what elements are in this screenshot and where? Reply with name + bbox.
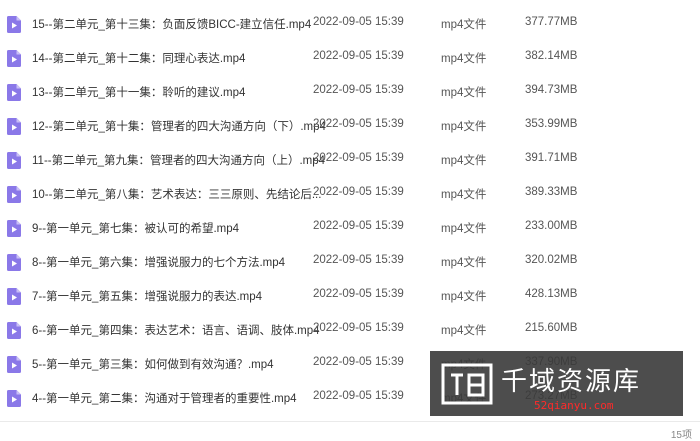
file-name: 12--第二单元_第十集：管理者的四大沟通方向（下）.mp4 — [32, 121, 326, 133]
file-name: 7--第一单元_第五集：增强说服力的表达.mp4 — [32, 291, 263, 303]
watermark-url: 52qianyu.com — [534, 399, 614, 412]
file-size: 353.99MB — [525, 118, 578, 130]
file-type: mp4文件 — [441, 189, 487, 201]
file-row[interactable]: 14--第二单元_第十二集：同理心表达.mp4 2022-09-05 15:39 m… — [0, 41, 700, 75]
file-row[interactable]: 10--第二单元_第八集：艺术表达：三三原则、先结论后... 2022-09-05… — [0, 177, 700, 211]
file-name: 10--第二单元_第八集：艺术表达：三三原则、先结论后... — [32, 189, 322, 201]
file-name: 15--第二单元_第十三集：负面反馈BICC-建立信任.mp4 — [32, 19, 312, 31]
file-size: 377.77MB — [525, 16, 578, 28]
file-modified-date: 2022-09-05 15:39 — [313, 254, 404, 266]
file-row[interactable]: 9--第一单元_第七集：被认可的希望.mp4 2022-09-05 15:39 mp… — [0, 211, 700, 245]
file-type: mp4文件 — [441, 223, 487, 235]
file-type: mp4文件 — [441, 257, 487, 269]
video-file-icon — [7, 16, 21, 33]
file-row[interactable]: 11--第二单元_第九集：管理者的四大沟通方向（上）.mp4 2022-09-05… — [0, 143, 700, 177]
file-name: 8--第一单元_第六集：增强说服力的七个方法.mp4 — [32, 257, 286, 269]
file-row[interactable]: 13--第二单元_第十一集：聆听的建议.mp4 2022-09-05 15:39 m… — [0, 75, 700, 109]
file-type: mp4文件 — [441, 291, 487, 303]
file-modified-date: 2022-09-05 15:39 — [313, 288, 404, 300]
video-file-icon — [7, 152, 21, 169]
file-name: 4--第一单元_第二集：沟通对于管理者的重要性.mp4 — [32, 393, 297, 405]
file-row[interactable]: 7--第一单元_第五集：增强说服力的表达.mp4 2022-09-05 15:39… — [0, 279, 700, 313]
file-modified-date: 2022-09-05 15:39 — [313, 186, 404, 198]
file-row[interactable]: 12--第二单元_第十集：管理者的四大沟通方向（下）.mp4 2022-09-05… — [0, 109, 700, 143]
item-count: 15项 — [670, 430, 692, 441]
video-file-icon — [7, 288, 21, 305]
file-modified-date: 2022-09-05 15:39 — [313, 118, 404, 130]
video-file-icon — [7, 84, 21, 101]
qianyu-logo-icon — [441, 363, 493, 405]
watermark-title: 千域资源库 — [501, 367, 642, 397]
file-modified-date: 2022-09-05 15:39 — [313, 152, 404, 164]
file-row[interactable]: 6--第一单元_第四集：表达艺术：语言、语调、肢体.mp4 2022-09-05 … — [0, 313, 700, 347]
file-type: mp4文件 — [441, 155, 487, 167]
video-file-icon — [7, 254, 21, 271]
file-row[interactable]: 15--第二单元_第十三集：负面反馈BICC-建立信任.mp4 2022-09-0… — [0, 7, 700, 41]
file-name: 9--第一单元_第七集：被认可的希望.mp4 — [32, 223, 240, 235]
file-size: 233.00MB — [525, 220, 578, 232]
file-modified-date: 2022-09-05 15:39 — [313, 356, 404, 368]
video-file-icon — [7, 322, 21, 339]
file-modified-date: 2022-09-05 15:39 — [313, 84, 404, 96]
file-modified-date: 2022-09-05 15:39 — [313, 390, 404, 402]
file-name: 13--第二单元_第十一集：聆听的建议.mp4 — [32, 87, 246, 99]
file-name: 5--第一单元_第三集：如何做到有效沟通？.mp4 — [32, 359, 274, 371]
file-name: 11--第二单元_第九集：管理者的四大沟通方向（上）.mp4 — [32, 155, 326, 167]
file-size: 382.14MB — [525, 50, 578, 62]
video-file-icon — [7, 390, 21, 407]
status-divider — [0, 421, 700, 422]
video-file-icon — [7, 186, 21, 203]
file-size: 391.71MB — [525, 152, 578, 164]
file-type: mp4文件 — [441, 87, 487, 99]
file-type: mp4文件 — [441, 325, 487, 337]
video-file-icon — [7, 220, 21, 237]
file-size: 320.02MB — [525, 254, 578, 266]
file-modified-date: 2022-09-05 15:39 — [313, 220, 404, 232]
video-file-icon — [7, 50, 21, 67]
file-name: 6--第一单元_第四集：表达艺术：语言、语调、肢体.mp4 — [32, 325, 320, 337]
file-size: 394.73MB — [525, 84, 578, 96]
file-type: mp4文件 — [441, 53, 487, 65]
file-row[interactable]: 8--第一单元_第六集：增强说服力的七个方法.mp4 2022-09-05 15:… — [0, 245, 700, 279]
watermark-banner: 千域资源库 52qianyu.com — [430, 351, 683, 416]
file-modified-date: 2022-09-05 15:39 — [313, 50, 404, 62]
video-file-icon — [7, 356, 21, 373]
file-size: 215.60MB — [525, 322, 578, 334]
file-type: mp4文件 — [441, 121, 487, 133]
file-modified-date: 2022-09-05 15:39 — [313, 322, 404, 334]
file-type: mp4文件 — [441, 19, 487, 31]
video-file-icon — [7, 118, 21, 135]
file-size: 389.33MB — [525, 186, 578, 198]
file-modified-date: 2022-09-05 15:39 — [313, 16, 404, 28]
file-name: 14--第二单元_第十二集：同理心表达.mp4 — [32, 53, 246, 65]
file-size: 428.13MB — [525, 288, 578, 300]
